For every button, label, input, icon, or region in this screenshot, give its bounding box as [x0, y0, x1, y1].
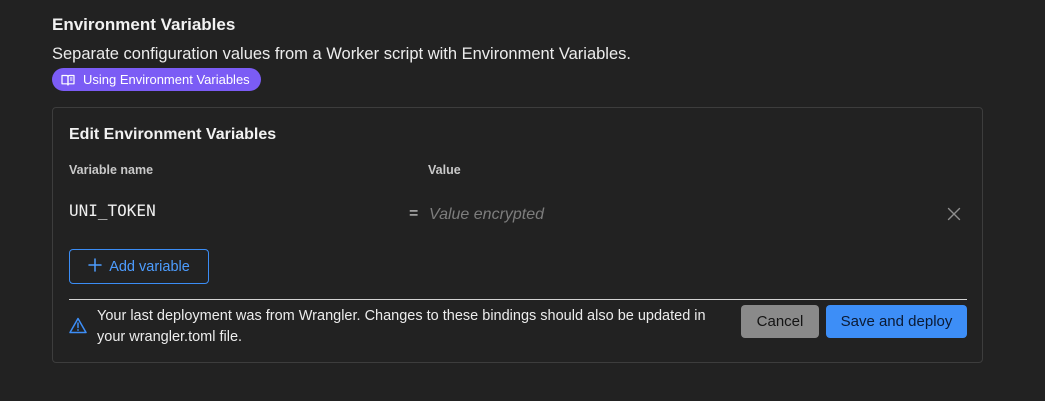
column-header-value: Value — [428, 163, 461, 177]
docs-link-using-environment-variables[interactable]: Using Environment Variables — [52, 68, 261, 91]
section-description: Separate configuration values from a Wor… — [52, 45, 631, 63]
section-title: Environment Variables — [52, 15, 236, 34]
plus-icon — [88, 257, 102, 276]
equals-sign: = — [409, 205, 419, 222]
wrangler-warning-message: Your last deployment was from Wrangler. … — [97, 308, 706, 345]
remove-variable-button[interactable] — [944, 206, 964, 226]
variable-value-input[interactable] — [425, 202, 913, 228]
variable-name[interactable]: UNI_TOKEN — [69, 201, 156, 220]
docs-link-label: Using Environment Variables — [83, 72, 250, 87]
cancel-button[interactable]: Cancel — [741, 305, 819, 338]
warning-icon — [69, 317, 87, 339]
close-icon — [947, 207, 961, 226]
add-variable-button[interactable]: Add variable — [69, 249, 209, 284]
edit-environment-variables-panel: Edit Environment Variables Variable name… — [52, 107, 983, 363]
add-variable-label: Add variable — [109, 258, 190, 275]
column-header-variable-name: Variable name — [69, 163, 154, 177]
book-icon — [61, 74, 75, 86]
save-and-deploy-button[interactable]: Save and deploy — [826, 305, 967, 338]
panel-title: Edit Environment Variables — [69, 126, 277, 143]
divider — [69, 299, 967, 300]
environment-variables-page: Environment Variables Separate configura… — [0, 0, 1045, 401]
